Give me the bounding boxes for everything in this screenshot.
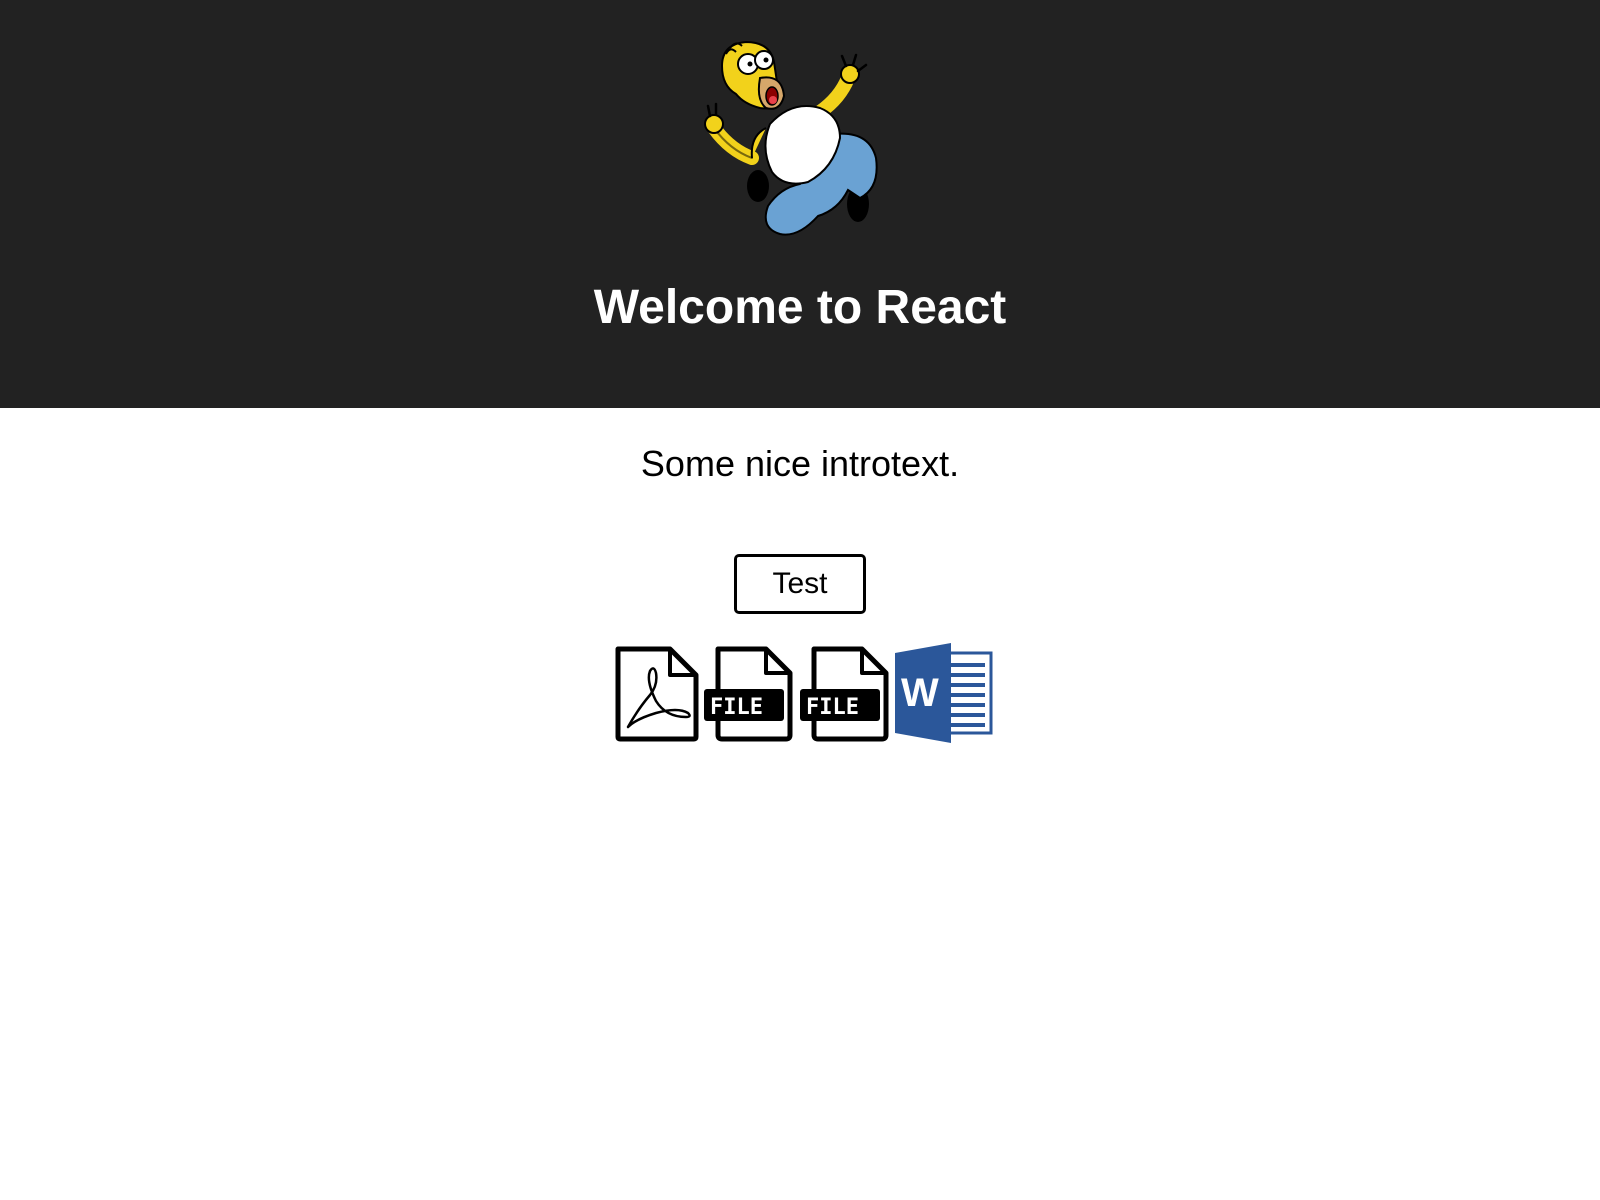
test-button[interactable]: Test	[734, 554, 866, 614]
generic-file-icon[interactable]: FILE	[800, 643, 890, 743]
generic-file-icon[interactable]: FILE	[704, 643, 794, 743]
word-file-icon[interactable]: W	[895, 643, 995, 743]
file-label: FILE	[806, 695, 859, 720]
pdf-file-icon[interactable]	[612, 643, 702, 743]
app-header: Welcome to React	[0, 0, 1600, 408]
page-title: Welcome to React	[593, 281, 1007, 334]
file-label: FILE	[710, 695, 763, 720]
word-letter: W	[901, 671, 939, 715]
intro-text: Some nice introtext.	[640, 443, 960, 484]
file-icon-row: FILE FILE W	[612, 643, 998, 743]
homer-logo-icon	[700, 38, 900, 242]
